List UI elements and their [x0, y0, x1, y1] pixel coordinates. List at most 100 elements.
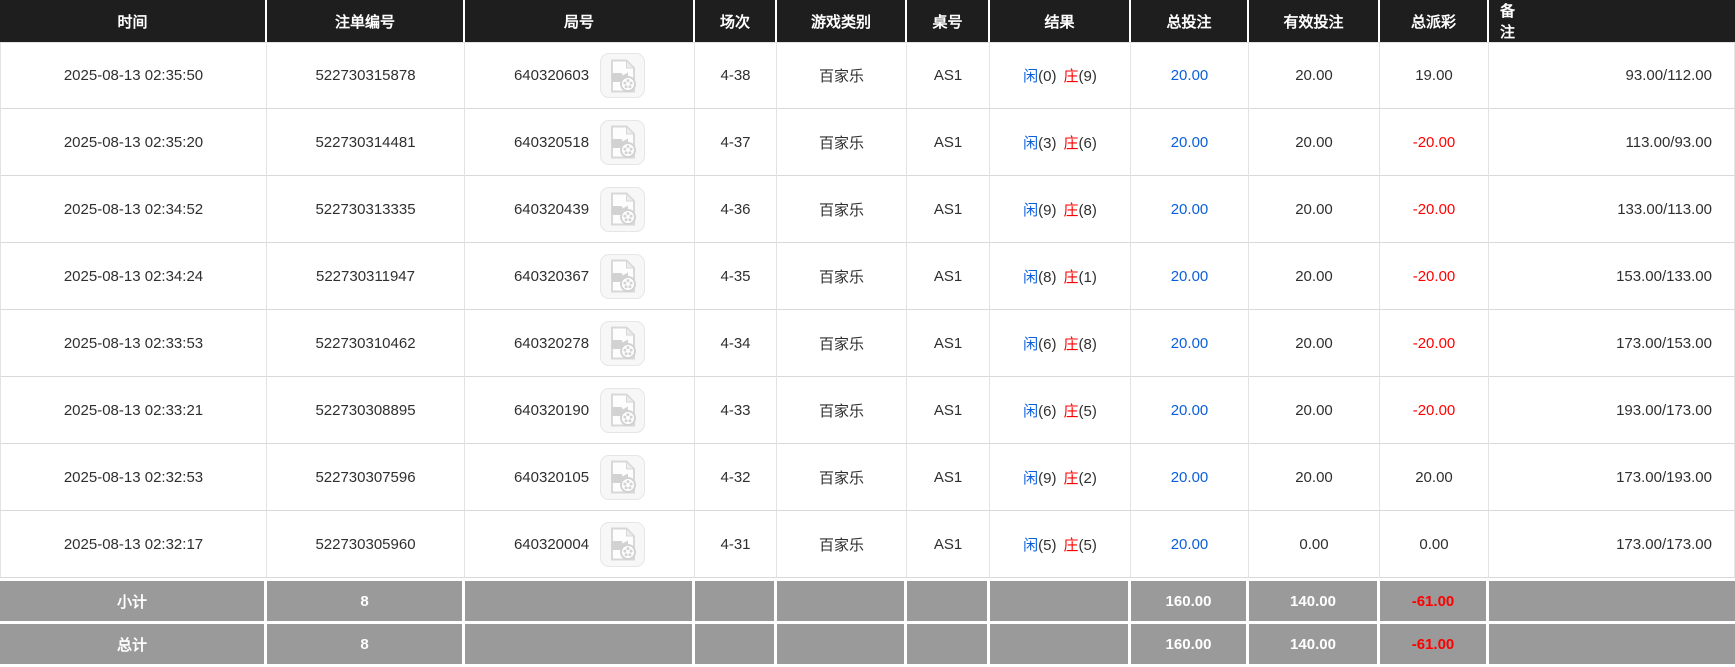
- col-header-table-no: 桌号: [907, 0, 990, 42]
- bet-id-cell: 522730305960: [267, 511, 465, 578]
- remark-cell: 173.00/193.00: [1489, 444, 1735, 511]
- remark-cell: 153.00/133.00: [1489, 243, 1735, 310]
- banker-result-label: 庄: [1063, 268, 1079, 286]
- payout-value: -20.00: [1412, 267, 1456, 285]
- payout-value: -20.00: [1412, 200, 1456, 218]
- video-replay-button[interactable]: [600, 521, 646, 567]
- table-row: 2025-08-13 02:35:50 522730315878 6403206…: [0, 42, 1735, 109]
- round-id-value: 640320518: [513, 133, 590, 151]
- subtotal-empty-remark: [1489, 578, 1735, 621]
- video-replay-button[interactable]: [600, 320, 646, 366]
- game-type-cell: 百家乐: [777, 377, 907, 444]
- bet-id-cell: 522730313335: [267, 176, 465, 243]
- video-replay-button[interactable]: [600, 53, 646, 98]
- video-replay-button[interactable]: [600, 186, 646, 232]
- video-replay-button[interactable]: [600, 454, 646, 500]
- player-result-score: (8): [1038, 268, 1057, 286]
- time-cell: 2025-08-13 02:34:24: [0, 243, 267, 310]
- table-body: 2025-08-13 02:35:50 522730315878 6403206…: [0, 42, 1735, 578]
- result-cell: 闲(9) 庄(8): [990, 176, 1131, 243]
- subtotal-valid-bet: 140.00: [1249, 578, 1380, 621]
- banker-result-score: (1): [1078, 268, 1097, 286]
- round-id-cell: 640320190: [465, 377, 695, 444]
- session-cell: 4-34: [695, 310, 777, 377]
- player-result-score: (6): [1038, 402, 1057, 420]
- video-replay-button[interactable]: [600, 387, 646, 433]
- round-id-value: 640320439: [513, 200, 590, 218]
- game-type-cell: 百家乐: [777, 444, 907, 511]
- session-cell: 4-35: [695, 243, 777, 310]
- video-file-icon: [608, 527, 638, 561]
- remark-cell: 173.00/153.00: [1489, 310, 1735, 377]
- banker-result-label: 庄: [1063, 68, 1079, 85]
- total-payout-cell: -20.00: [1380, 176, 1489, 243]
- subtotal-label: 小计: [0, 578, 267, 621]
- video-file-icon: [608, 125, 638, 159]
- video-file-icon: [608, 326, 638, 360]
- subtotal-payout-value: -61.00: [1411, 592, 1455, 610]
- col-header-valid-bet: 有效投注: [1249, 0, 1380, 42]
- col-header-total-payout: 总派彩: [1380, 0, 1489, 42]
- total-payout-cell: 19.00: [1380, 42, 1489, 109]
- subtotal-total-bet: 160.00: [1131, 578, 1249, 621]
- result-cell: 闲(0) 庄(9): [990, 42, 1131, 109]
- banker-result-score: (6): [1078, 134, 1097, 152]
- total-bet-cell: 20.00: [1131, 243, 1249, 310]
- total-payout-cell: -20.00: [1380, 310, 1489, 377]
- session-cell: 4-32: [695, 444, 777, 511]
- grand-total-payout-value: -61.00: [1411, 635, 1455, 653]
- payout-value: -20.00: [1412, 401, 1456, 419]
- col-header-result: 结果: [990, 0, 1131, 42]
- valid-bet-cell: 20.00: [1249, 243, 1380, 310]
- grand-total-total-bet: 160.00: [1131, 621, 1249, 664]
- banker-result-score: (2): [1078, 469, 1097, 487]
- player-result-score: (0): [1038, 68, 1057, 85]
- time-cell: 2025-08-13 02:35:50: [0, 42, 267, 109]
- valid-bet-cell: 20.00: [1249, 377, 1380, 444]
- col-header-round-id: 局号: [465, 0, 695, 42]
- grand-total-row: 总计 8 160.00 140.00 -61.00: [0, 621, 1735, 664]
- table-row: 2025-08-13 02:33:21 522730308895 6403201…: [0, 377, 1735, 444]
- banker-result-score: (5): [1078, 402, 1097, 420]
- total-payout-cell: -20.00: [1380, 243, 1489, 310]
- round-id-value: 640320367: [513, 267, 590, 285]
- valid-bet-cell: 20.00: [1249, 444, 1380, 511]
- table-row: 2025-08-13 02:34:52 522730313335 6403204…: [0, 176, 1735, 243]
- banker-result-label: 庄: [1063, 402, 1079, 420]
- total-bet-cell: 20.00: [1131, 511, 1249, 578]
- banker-result-label: 庄: [1063, 201, 1079, 219]
- game-type-cell: 百家乐: [777, 42, 907, 109]
- round-id-value: 640320004: [513, 535, 590, 553]
- player-result-label: 闲: [1023, 201, 1039, 219]
- valid-bet-cell: 20.00: [1249, 109, 1380, 176]
- valid-bet-cell: 0.00: [1249, 511, 1380, 578]
- game-type-cell: 百家乐: [777, 310, 907, 377]
- payout-value: 0.00: [1419, 535, 1449, 553]
- session-cell: 4-37: [695, 109, 777, 176]
- player-result-score: (9): [1038, 469, 1057, 487]
- subtotal-total-payout: -61.00: [1380, 578, 1489, 621]
- bet-id-cell: 522730311947: [267, 243, 465, 310]
- col-header-total-bet: 总投注: [1131, 0, 1249, 42]
- video-replay-button[interactable]: [600, 253, 646, 299]
- banker-result-label: 庄: [1063, 536, 1079, 554]
- bet-id-cell: 522730314481: [267, 109, 465, 176]
- video-replay-button[interactable]: [600, 119, 646, 165]
- total-payout-cell: -20.00: [1380, 109, 1489, 176]
- video-file-icon: [608, 259, 638, 293]
- bet-id-cell: 522730307596: [267, 444, 465, 511]
- grand-total-valid-bet: 140.00: [1249, 621, 1380, 664]
- result-cell: 闲(8) 庄(1): [990, 243, 1131, 310]
- grand-total-empty-game: [777, 621, 907, 664]
- round-id-cell: 640320603: [465, 42, 695, 109]
- round-id-cell: 640320439: [465, 176, 695, 243]
- result-cell: 闲(5) 庄(5): [990, 511, 1131, 578]
- table-no-cell: AS1: [907, 444, 990, 511]
- grand-total-empty-round: [465, 621, 695, 664]
- session-cell: 4-31: [695, 511, 777, 578]
- subtotal-empty-game: [777, 578, 907, 621]
- round-id-cell: 640320278: [465, 310, 695, 377]
- payout-value: -20.00: [1412, 334, 1456, 352]
- total-bet-cell: 20.00: [1131, 310, 1249, 377]
- col-header-time: 时间: [0, 0, 267, 42]
